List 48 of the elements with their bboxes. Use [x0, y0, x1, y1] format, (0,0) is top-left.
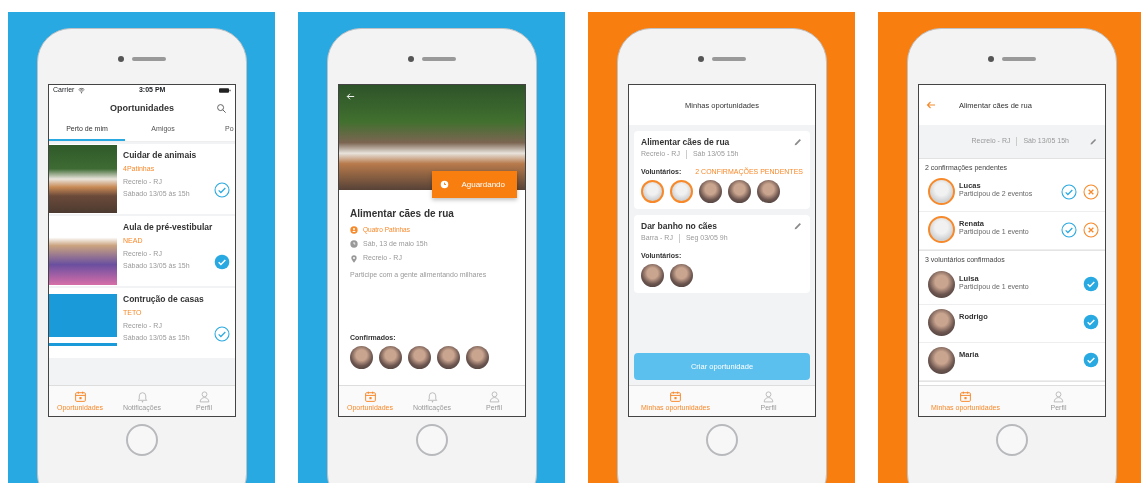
check-circle-icon [1083, 352, 1099, 369]
status-button[interactable]: Aguardando [432, 171, 517, 198]
clock-icon [440, 180, 450, 189]
card-title: Aula de pré-vestibular [123, 222, 214, 233]
map-pin-icon [350, 254, 358, 263]
camera-lens [698, 56, 704, 62]
check-circle-icon [1083, 314, 1099, 331]
close-circle-icon[interactable] [1083, 183, 1099, 200]
card-title: Contrução de casas [123, 294, 205, 305]
bell-icon [425, 389, 439, 403]
check-circle-outline-icon[interactable] [1061, 183, 1077, 200]
person-icon [487, 389, 501, 403]
wifi-icon [78, 87, 86, 94]
speaker-grille [132, 57, 166, 61]
check-circle-icon [1083, 276, 1099, 293]
clock-icon [350, 240, 358, 249]
calendar-icon [959, 389, 972, 403]
camera-lens [408, 56, 414, 62]
card-title: Dar banho no cães [641, 220, 718, 232]
close-circle-icon[interactable] [1083, 221, 1099, 238]
person-icon [197, 389, 211, 403]
pencil-icon[interactable] [793, 221, 803, 232]
check-circle-outline-icon[interactable] [214, 182, 230, 199]
opportunity-title: Alimentar cães de rua [350, 208, 455, 220]
check-circle-icon[interactable] [214, 254, 230, 271]
bell-icon [135, 389, 149, 403]
calendar-icon [363, 389, 377, 403]
person-icon [1052, 389, 1065, 403]
card-title: Cuidar de animais [123, 150, 198, 161]
person-icon [762, 389, 775, 403]
check-circle-outline-icon[interactable] [214, 326, 230, 343]
pencil-icon[interactable] [1089, 137, 1098, 146]
screen-title: Oportunidades [110, 102, 174, 114]
camera-lens [118, 56, 124, 62]
calendar-icon [73, 389, 87, 403]
person-circle-icon [350, 226, 358, 234]
speaker-grille [1002, 57, 1036, 61]
photo-placeholder [49, 145, 117, 213]
speaker-grille [422, 57, 456, 61]
back-arrow-icon[interactable] [345, 91, 356, 102]
search-icon[interactable] [216, 102, 227, 114]
card-title: Alimentar cães de rua [641, 137, 730, 148]
speaker-grille [712, 57, 746, 61]
battery-icon [219, 88, 231, 93]
calendar-icon [669, 389, 682, 403]
camera-lens [988, 56, 994, 62]
pencil-icon[interactable] [793, 137, 803, 148]
check-circle-outline-icon[interactable] [1061, 221, 1077, 238]
